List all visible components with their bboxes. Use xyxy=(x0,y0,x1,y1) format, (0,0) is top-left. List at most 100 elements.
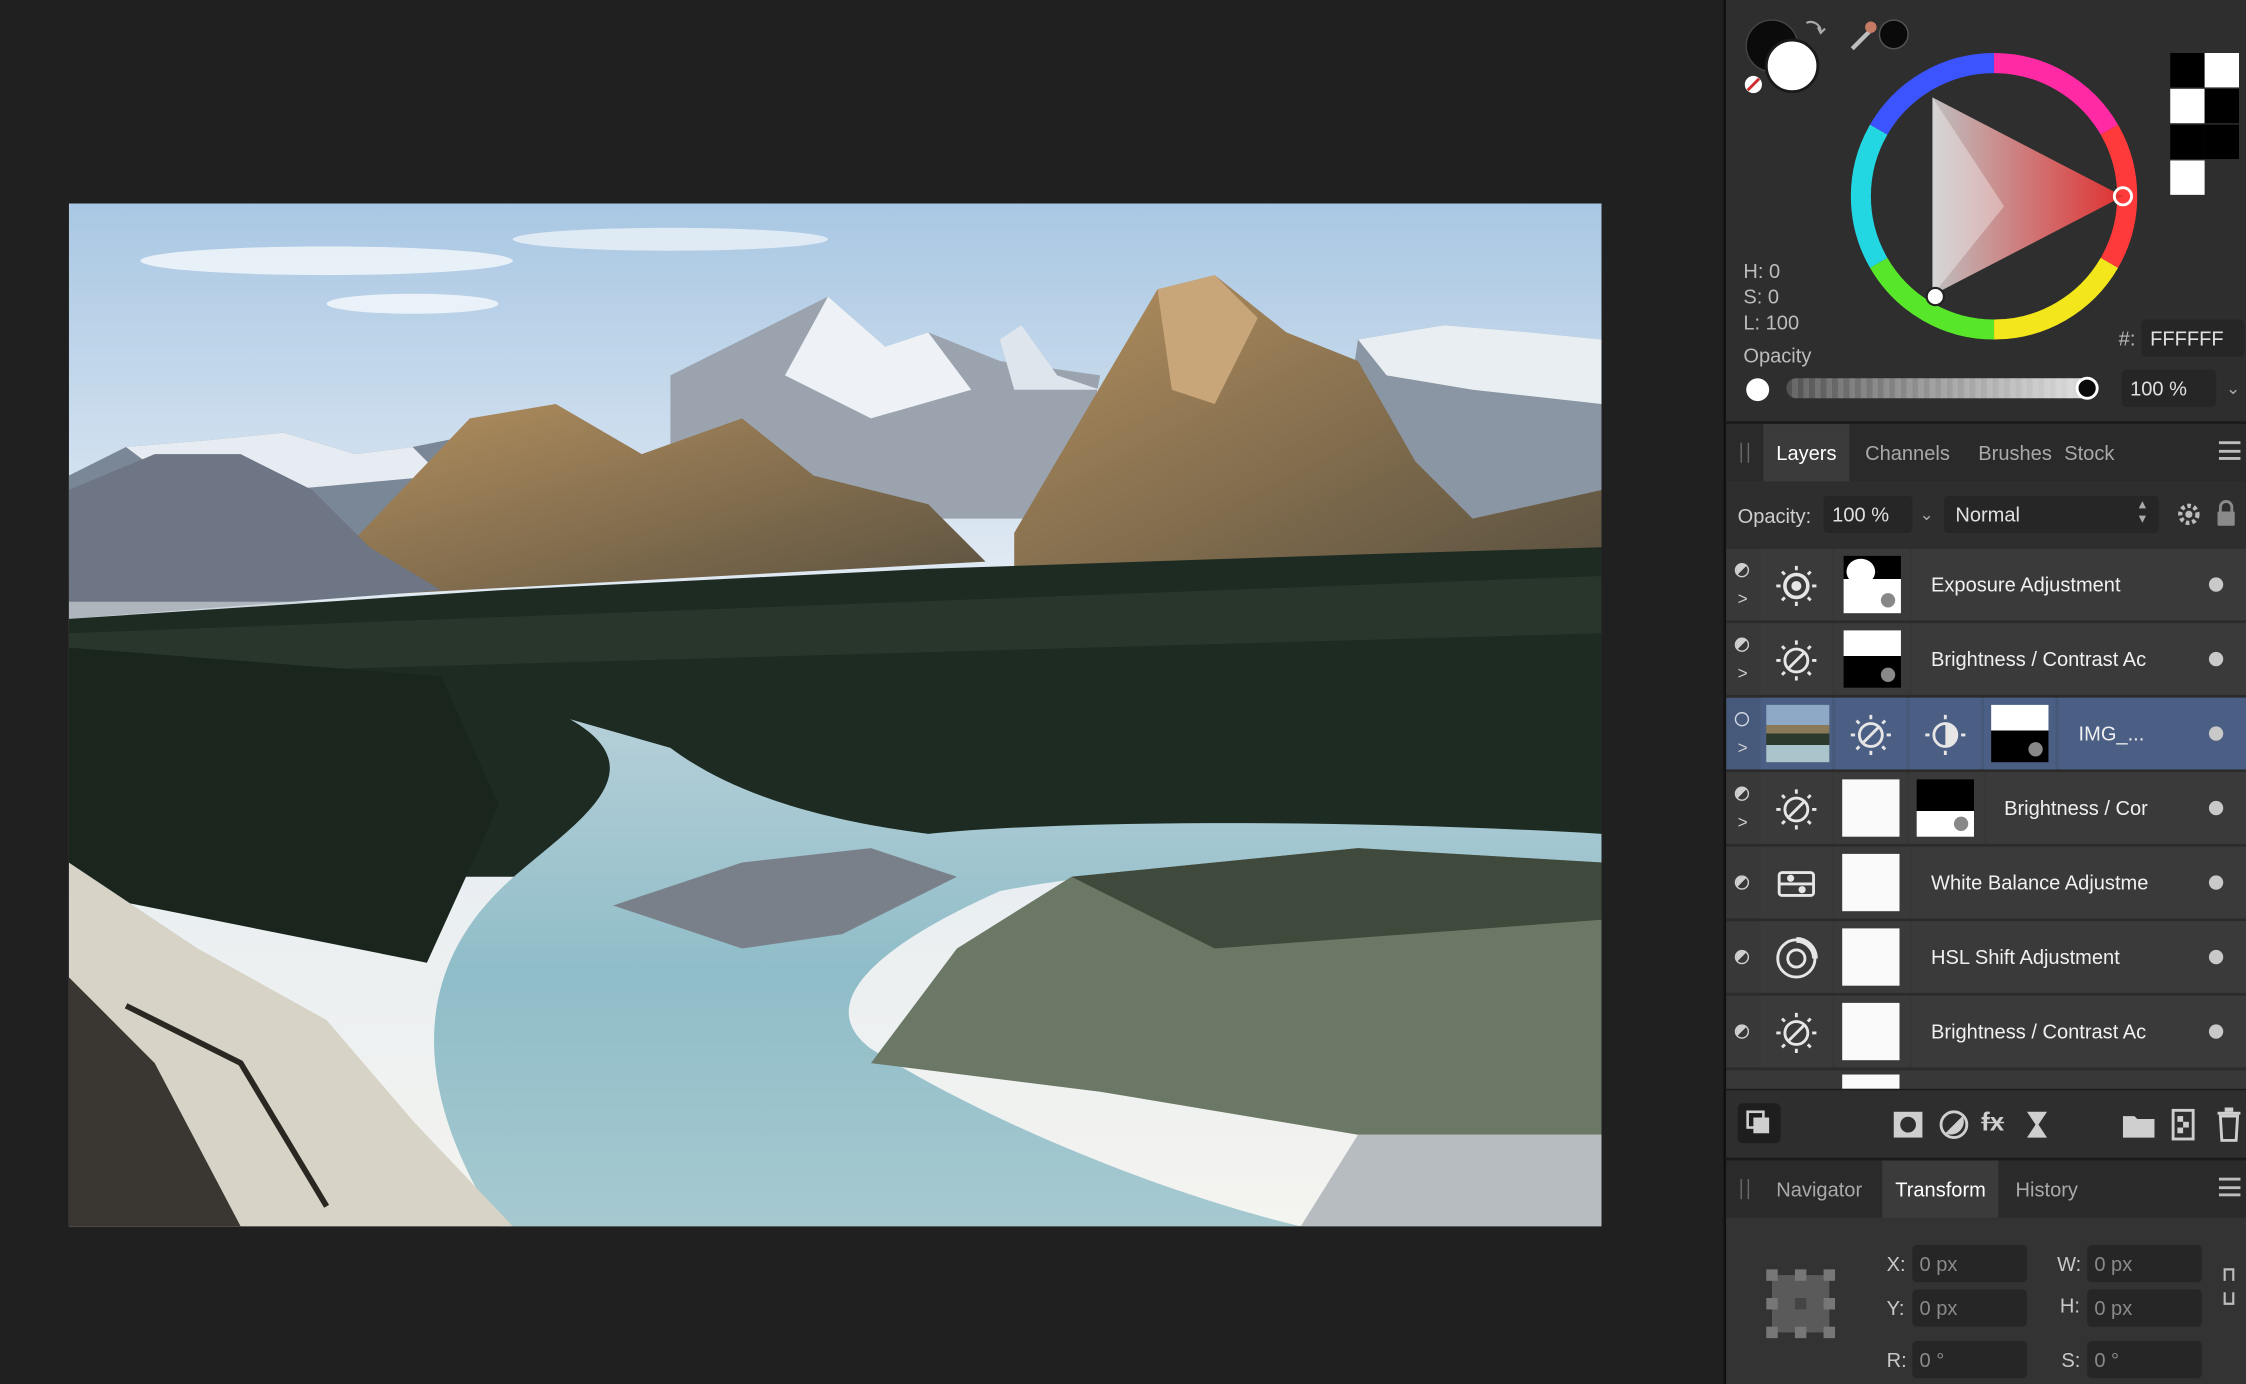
lightness-label: L: 100 xyxy=(1743,310,1800,334)
layer-thumbnail[interactable] xyxy=(1842,928,1900,986)
layer-thumbnail[interactable] xyxy=(1842,779,1900,837)
tab-navigator[interactable]: Navigator xyxy=(1763,1160,1875,1217)
exposure-icon xyxy=(1776,565,1817,607)
visibility-icon[interactable] xyxy=(1734,949,1750,965)
tab-transform[interactable]: Transform xyxy=(1882,1160,1999,1218)
color-section: H: 0 S: 0 L: 100 Opacity #: FFFFFF 100 %… xyxy=(1726,0,2246,425)
layer-name: Exposure Adjustment xyxy=(1931,573,2121,597)
w-field[interactable]: 0 px xyxy=(2087,1245,2202,1283)
tab-layers[interactable]: Layers xyxy=(1763,424,1850,482)
visibility-icon[interactable] xyxy=(1734,712,1750,727)
hsl-icon xyxy=(1776,936,1818,979)
layer-visibility-dot[interactable] xyxy=(2208,875,2224,890)
layers-panel-menu-icon[interactable] xyxy=(2218,441,2241,460)
hex-prefix: #: xyxy=(2118,326,2136,350)
color-wheel[interactable] xyxy=(1846,49,2141,344)
panel-grip-icon[interactable] xyxy=(1740,1179,1750,1200)
layer-name: IMG_... xyxy=(2078,722,2145,746)
h-label: H: xyxy=(2059,1293,2080,1317)
landscape-photo-image xyxy=(68,203,1602,1227)
transform-panel-menu-icon[interactable] xyxy=(2218,1177,2241,1197)
exposure-half-icon xyxy=(1925,714,1966,756)
landscape-photo[interactable] xyxy=(68,203,1602,1227)
tab-channels[interactable]: Channels xyxy=(1852,424,1963,481)
layer-visibility-dot[interactable] xyxy=(2208,800,2224,816)
expand-chevron-icon[interactable]: > xyxy=(1738,812,1748,832)
y-field[interactable]: 0 px xyxy=(1912,1289,2027,1327)
layer-row[interactable]: Brightness / Contrast Ac xyxy=(1726,995,2246,1068)
brightness-contrast-icon xyxy=(1776,789,1817,830)
opacity-value-field[interactable]: 100 % xyxy=(2121,369,2217,407)
visibility-icon[interactable] xyxy=(1734,875,1750,890)
layer-name: White Balance Adjustme xyxy=(1931,871,2149,895)
layer-visibility-dot[interactable] xyxy=(2208,726,2224,741)
layer-mask-thumbnail[interactable] xyxy=(1916,779,1974,837)
live-filter-icon[interactable] xyxy=(2024,1109,2050,1141)
layer-opacity-label: Opacity: xyxy=(1737,504,1812,528)
document-canvas[interactable] xyxy=(0,0,1724,1384)
layer-mask-thumbnail[interactable] xyxy=(1843,555,1901,614)
visibility-icon[interactable] xyxy=(1734,637,1750,652)
brightness-contrast-icon xyxy=(1776,1012,1817,1054)
layer-row[interactable]: White Balance Adjustme xyxy=(1726,846,2246,919)
layer-mask-thumbnail[interactable] xyxy=(1991,704,2049,763)
layer-options-button[interactable] xyxy=(1737,1103,1781,1144)
layer-thumbnail[interactable] xyxy=(1842,1002,1900,1061)
x-field[interactable]: 0 px xyxy=(1912,1245,2027,1283)
image-icon[interactable] xyxy=(1766,704,1830,763)
shear-field[interactable]: 0 ° xyxy=(2087,1341,2202,1379)
layer-opacity-field[interactable]: 100 % xyxy=(1823,495,1913,533)
tab-history[interactable]: History xyxy=(2003,1160,2091,1217)
expand-chevron-icon[interactable]: > xyxy=(1738,663,1748,683)
swatch-strip[interactable] xyxy=(2167,53,2241,196)
lock-icon[interactable] xyxy=(2216,499,2236,528)
opacity-dropdown-chevron-icon[interactable]: ⌄ xyxy=(2222,371,2245,405)
layer-thumbnail[interactable] xyxy=(1842,853,1900,912)
layer-visibility-dot[interactable] xyxy=(2208,577,2224,592)
layer-row[interactable]: > Brightness / Cor xyxy=(1726,772,2246,844)
layer-list: > Exposure Adjustment > Brightness / Con… xyxy=(1726,547,2246,1089)
visibility-icon[interactable] xyxy=(1734,786,1750,801)
layer-row[interactable]: HSL Shift Adjustment xyxy=(1726,921,2246,993)
visibility-icon[interactable] xyxy=(1734,563,1750,578)
layer-row-partial xyxy=(1726,1070,2246,1089)
mask-layer-icon[interactable] xyxy=(1892,1109,1924,1141)
folder-icon[interactable] xyxy=(2122,1110,2156,1139)
w-label: W: xyxy=(2057,1252,2082,1276)
tab-stock[interactable]: Stock xyxy=(2051,424,2127,481)
hex-field[interactable]: FFFFFF xyxy=(2141,319,2245,357)
gear-icon[interactable] xyxy=(2176,501,2202,527)
layer-visibility-dot[interactable] xyxy=(2208,651,2224,667)
expand-chevron-icon[interactable]: > xyxy=(1738,738,1748,758)
visibility-icon[interactable] xyxy=(1734,1024,1750,1039)
opacity-slider[interactable] xyxy=(1786,376,2099,400)
h-field[interactable]: 0 px xyxy=(2087,1289,2202,1327)
white-balance-icon xyxy=(1777,871,1815,897)
adjustment-icon[interactable] xyxy=(1938,1109,1970,1141)
anchor-point-icon[interactable] xyxy=(1763,1267,1837,1342)
saturation-label: S: 0 xyxy=(1743,285,1780,309)
layer-row[interactable]: > Brightness / Contrast Ac xyxy=(1726,623,2246,695)
link-icon[interactable] xyxy=(2219,1264,2239,1310)
layers-tabbar: Layers Channels Brushes Stock xyxy=(1726,424,2246,482)
new-pixel-layer-icon[interactable] xyxy=(2170,1107,2196,1141)
layer-row[interactable]: > Exposure Adjustment xyxy=(1726,548,2246,621)
blend-mode-select[interactable]: Normal xyxy=(1943,495,2159,533)
expand-chevron-icon[interactable]: > xyxy=(1738,589,1748,609)
blend-mode-chevron-icon: ▴ ▾ xyxy=(2138,497,2146,528)
layer-opacity-chevron-icon[interactable]: ⌄ xyxy=(1915,496,1938,533)
layer-row-selected[interactable]: > IMG_... xyxy=(1726,697,2246,770)
panel-grip-icon[interactable] xyxy=(1740,442,1750,463)
layer-visibility-dot[interactable] xyxy=(2208,1024,2224,1039)
fx-icon[interactable]: fx xyxy=(1981,1107,2004,1137)
tab-brushes[interactable]: Brushes xyxy=(1965,424,2064,481)
opacity-slider-handle[interactable] xyxy=(2075,376,2099,400)
layer-mask-thumbnail[interactable] xyxy=(1843,630,1901,688)
y-label: Y: xyxy=(1886,1296,1905,1320)
studio-panel: H: 0 S: 0 L: 100 Opacity #: FFFFFF 100 %… xyxy=(1723,0,2246,1384)
layer-visibility-dot[interactable] xyxy=(2208,949,2224,965)
rotation-field[interactable]: 0 ° xyxy=(1912,1341,2027,1379)
trash-icon[interactable] xyxy=(2216,1107,2242,1142)
layer-name: Brightness / Cor xyxy=(2004,796,2148,820)
layer-controls: Opacity: 100 % ⌄ Normal ▴ ▾ xyxy=(1726,481,2246,547)
